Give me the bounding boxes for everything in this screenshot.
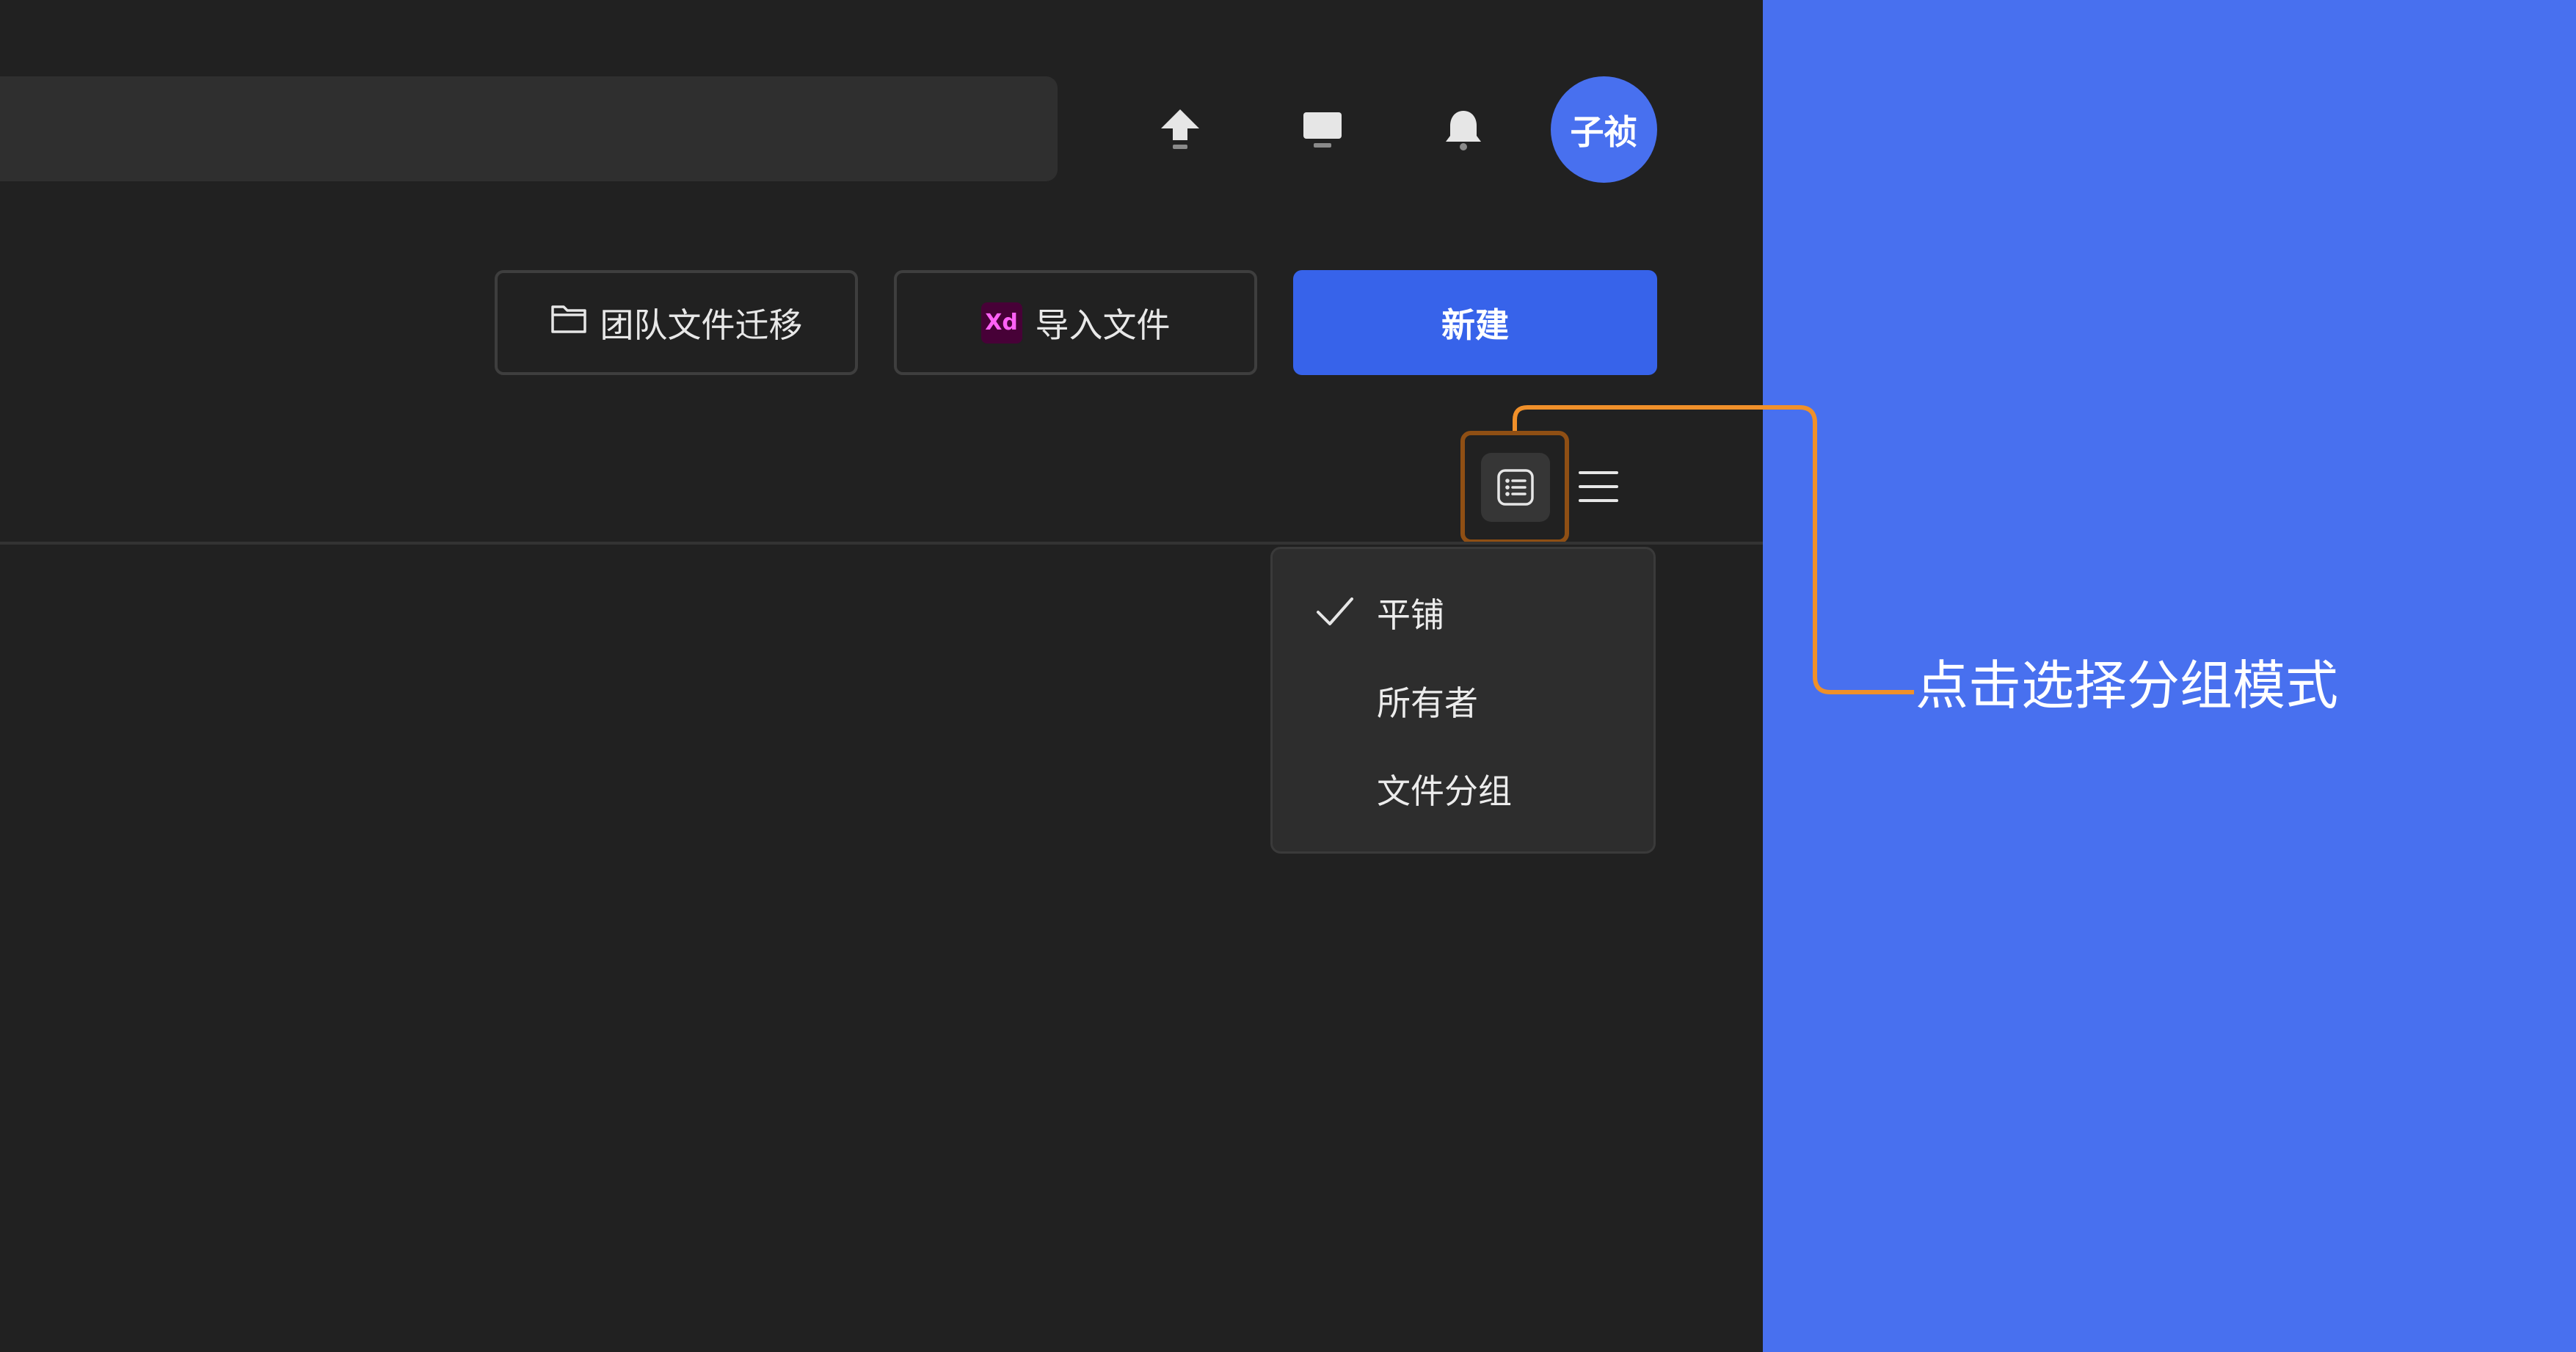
search-bar[interactable] [0,76,1058,181]
upload-icon[interactable] [1157,106,1204,153]
xd-icon: Xd [980,302,1022,344]
list-view-button[interactable] [1576,464,1621,509]
monitor-icon[interactable] [1299,106,1346,153]
folder-icon [550,302,587,343]
menu-item-label: 文件分组 [1377,771,1512,811]
app-window: 子祯 团队文件迁移 Xd 导入文件 新建 平铺 所有者 文件分组 [0,0,1763,1352]
menu-item-file-group[interactable]: 文件分组 [1273,749,1653,829]
import-file-button[interactable]: Xd 导入文件 [894,270,1257,375]
bell-icon[interactable] [1440,106,1487,153]
menu-item-owner[interactable]: 所有者 [1273,661,1653,741]
team-file-migrate-button[interactable]: 团队文件迁移 [495,270,858,375]
user-avatar[interactable]: 子祯 [1551,76,1657,183]
group-mode-menu: 平铺 所有者 文件分组 [1270,547,1656,854]
import-file-label: 导入文件 [1035,305,1171,345]
callout-highlight-box [1460,431,1569,544]
menu-item-tile[interactable]: 平铺 [1273,573,1653,653]
check-icon [1315,595,1355,631]
team-file-migrate-label: 团队文件迁移 [600,305,803,345]
new-button-label: 新建 [1441,305,1509,345]
new-button[interactable]: 新建 [1293,270,1657,375]
menu-item-label: 平铺 [1377,595,1444,635]
list-icon [1579,471,1618,502]
menu-item-label: 所有者 [1377,683,1478,723]
toolbar-divider [0,542,1763,545]
annotation-text: 点击选择分组模式 [1915,655,2339,716]
